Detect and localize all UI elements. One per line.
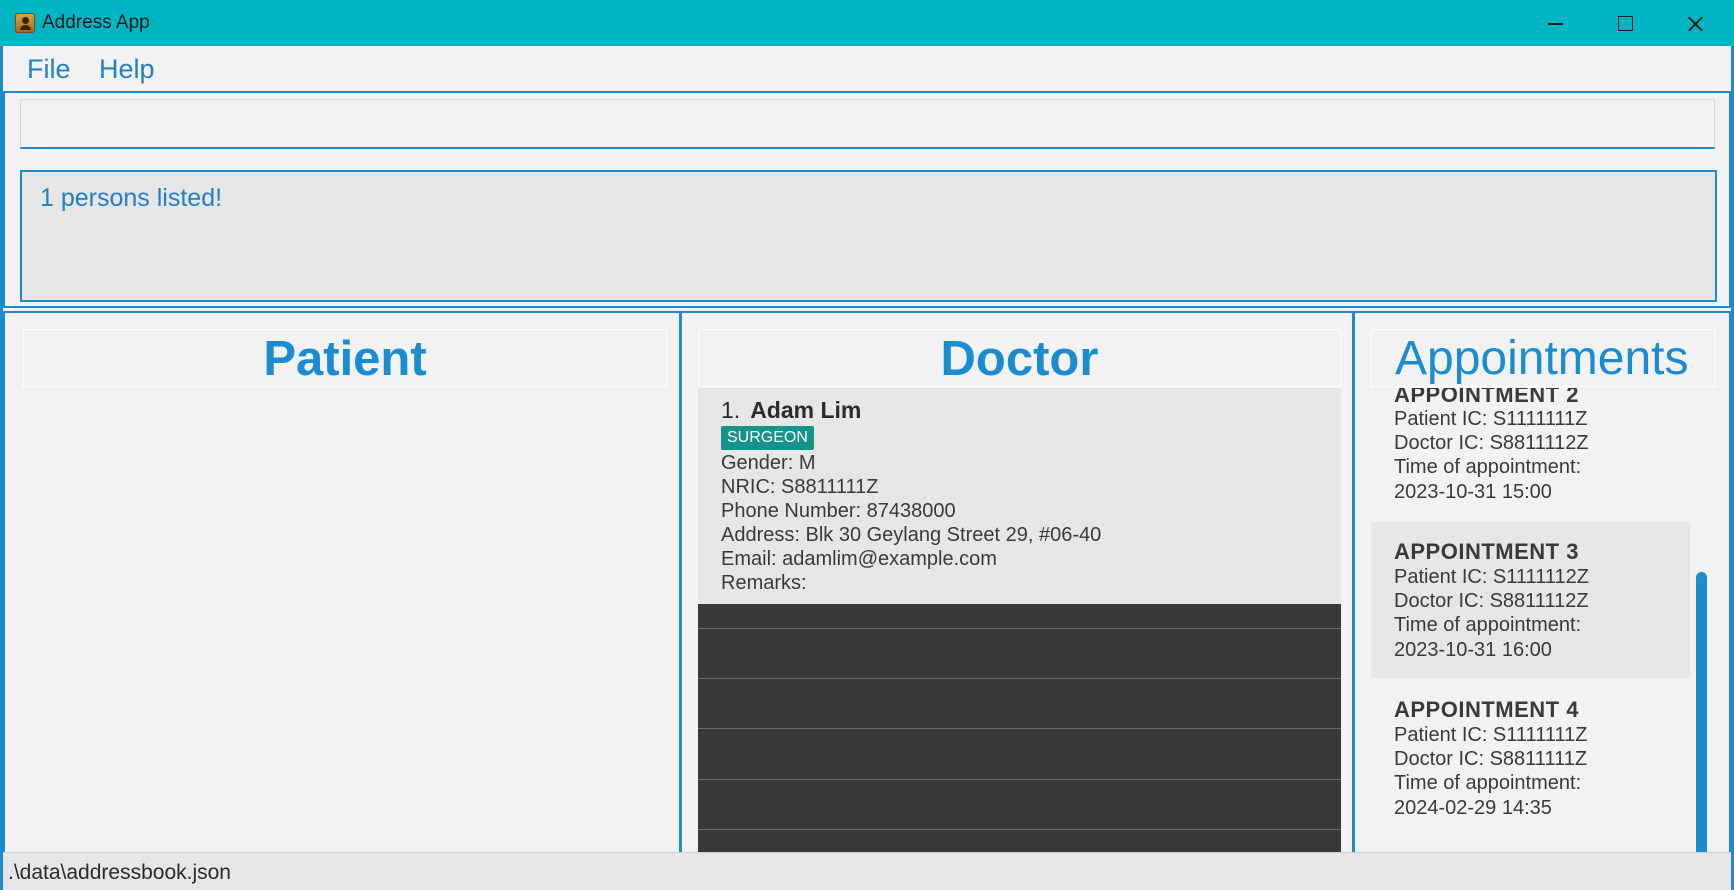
appointment-title: APPOINTMENT 2 <box>1394 388 1579 407</box>
minimize-icon[interactable] <box>1520 0 1590 46</box>
appointment-card[interactable]: APPOINTMENT 2 Patient IC: S1111111Z Doct… <box>1371 388 1690 520</box>
appointment-time-label: Time of appointment: <box>1394 614 1582 636</box>
appointment-time: 2023-10-31 16:00 <box>1394 639 1552 661</box>
doctor-card[interactable]: 1. Adam Lim SURGEON Gender: M NRIC: S8811… <box>698 388 1341 604</box>
appointment-time: 2024-02-29 14:35 <box>1394 797 1552 819</box>
empty-list-row <box>698 779 1341 828</box>
column-divider <box>1352 313 1355 890</box>
main-content: File Help 1 persons listed! Patient Doct… <box>0 46 1734 890</box>
empty-list-row <box>698 728 1341 777</box>
doctor-name: 1. Adam Lim <box>721 397 861 424</box>
appointment-time-label: Time of appointment: <box>1394 772 1582 794</box>
status-file-path: .\data\addressbook.json <box>8 861 231 884</box>
menu-help[interactable]: Help <box>99 54 155 85</box>
appointments-panel-title: Appointments <box>1395 332 1689 385</box>
appointment-doctor-ic: Doctor IC: S8811112Z <box>1394 590 1589 612</box>
appointment-list[interactable]: APPOINTMENT 2 Patient IC: S1111111Z Doct… <box>1371 388 1696 890</box>
doctor-name-text: Adam Lim <box>750 397 862 423</box>
appointment-patient-ic: Patient IC: S1111111Z <box>1394 408 1588 430</box>
doctor-list[interactable]: 1. Adam Lim SURGEON Gender: M NRIC: S8811… <box>698 388 1341 890</box>
close-icon[interactable] <box>1660 0 1730 46</box>
doctor-address: Address: Blk 30 Geylang Street 29, #06-4… <box>721 524 1102 546</box>
empty-list-row <box>698 628 1341 677</box>
appointment-scrollbar-thumb[interactable] <box>1696 572 1707 877</box>
appointment-doctor-ic: Doctor IC: S8811112Z <box>1394 432 1589 454</box>
doctor-gender: Gender: M <box>721 452 816 474</box>
window-title: Address App <box>42 12 150 33</box>
appointment-title: APPOINTMENT 4 <box>1394 697 1579 722</box>
doctor-phone: Phone Number: 87438000 <box>721 500 956 522</box>
patient-panel-title: Patient <box>263 332 427 386</box>
title-bar[interactable]: Address App <box>0 0 1734 46</box>
appointment-card[interactable]: APPOINTMENT 4 Patient IC: S1111111Z Doct… <box>1371 680 1690 836</box>
menu-file[interactable]: File <box>27 54 71 85</box>
doctor-panel-header: Doctor <box>698 329 1341 387</box>
app-window: Address App File Help 1 persons listed! … <box>0 0 1734 890</box>
column-divider <box>679 313 682 890</box>
empty-list-row <box>698 678 1341 727</box>
doctor-panel-title: Doctor <box>940 332 1099 386</box>
patient-panel-header: Patient <box>23 329 667 387</box>
result-message: 1 persons listed! <box>40 184 223 212</box>
doctor-email: Email: adamlim@example.com <box>721 548 997 570</box>
appointment-time: 2023-10-31 15:00 <box>1394 481 1552 503</box>
doctor-index: 1. <box>721 397 741 423</box>
status-bar: .\data\addressbook.json <box>3 852 1731 890</box>
appointment-card[interactable]: APPOINTMENT 3 Patient IC: S1111112Z Doct… <box>1371 522 1690 678</box>
appointment-doctor-ic: Doctor IC: S8811111Z <box>1394 748 1588 770</box>
doctor-tag: SURGEON <box>721 426 814 450</box>
appointment-time-label: Time of appointment: <box>1394 456 1582 478</box>
appointment-title: APPOINTMENT 3 <box>1394 539 1579 564</box>
appointment-patient-ic: Patient IC: S1111111Z <box>1394 724 1588 746</box>
address-book-icon <box>15 13 35 33</box>
command-input[interactable] <box>20 99 1715 149</box>
doctor-nric: NRIC: S8811111Z <box>721 476 879 498</box>
menu-bar: File Help <box>3 46 1731 92</box>
result-display: 1 persons listed! <box>20 170 1717 302</box>
doctor-remarks: Remarks: <box>721 572 807 594</box>
appointment-patient-ic: Patient IC: S1111112Z <box>1394 566 1589 588</box>
lists-area: Patient Doctor 1. Adam Lim SURGEON Gender… <box>3 311 1731 890</box>
appointments-panel-header: Appointments <box>1371 329 1716 387</box>
maximize-icon[interactable] <box>1590 0 1660 46</box>
